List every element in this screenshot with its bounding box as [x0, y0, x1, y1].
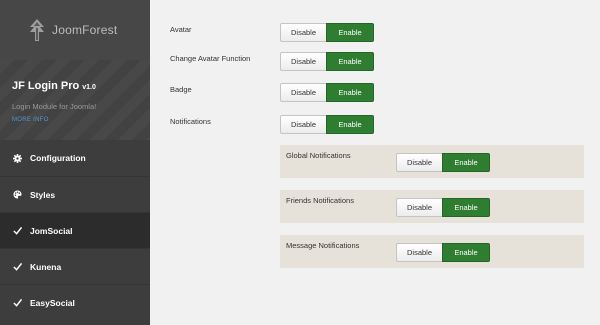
subsetting-global-notifications: Global Notifications Disable Enable [280, 145, 584, 178]
setting-row-avatar: Avatar Disable Enable [150, 23, 600, 47]
settings-panel: Avatar Disable Enable Change Avatar Func… [150, 0, 600, 325]
sidebar-item-jomsocial[interactable]: JomSocial [0, 212, 150, 248]
enable-button[interactable]: Enable [442, 198, 490, 217]
subsetting-message-notifications: Message Notifications Disable Enable [280, 235, 584, 268]
check-icon [13, 226, 22, 235]
setting-row-badge: Badge Disable Enable [150, 83, 600, 107]
disable-button[interactable]: Disable [396, 153, 442, 172]
more-info-link[interactable]: MORE INFO [12, 117, 150, 123]
sidebar-item-styles[interactable]: Styles [0, 176, 150, 212]
subsetting-label: Friends Notifications [286, 196, 354, 205]
sidebar-item-kunena[interactable]: Kunena [0, 248, 150, 284]
sidebar-item-label: Kunena [30, 261, 62, 272]
subsetting-label: Global Notifications [286, 151, 351, 160]
disable-button[interactable]: Disable [280, 115, 326, 134]
disable-button[interactable]: Disable [396, 243, 442, 262]
product-subtitle: Login Module for Joomla! [12, 102, 97, 111]
brand-name[interactable]: JoomForest [52, 23, 117, 37]
sidebar-item-configuration[interactable]: Configuration [0, 140, 150, 176]
setting-row-notifications: Notifications Disable Enable [150, 115, 600, 139]
notifications-toggle: Disable Enable [280, 115, 374, 134]
check-icon [13, 262, 22, 271]
gear-icon [13, 153, 22, 163]
product-info: JF Login Pro v1.0 Login Module for Joomla… [0, 60, 150, 140]
sidebar-item-label: JomSocial [30, 225, 73, 236]
sidebar: JoomForest JF Login Pro v1.0 Login Module… [0, 0, 150, 325]
setting-label: Notifications [170, 117, 211, 126]
enable-button[interactable]: Enable [326, 52, 374, 71]
setting-label: Change Avatar Function [170, 54, 251, 63]
setting-label: Avatar [170, 25, 192, 34]
enable-button[interactable]: Enable [326, 115, 374, 134]
check-icon [13, 298, 22, 307]
friends-notifications-toggle: Disable Enable [396, 198, 490, 217]
setting-label: Badge [170, 85, 192, 94]
sidebar-item-easysocial[interactable]: EasySocial [0, 284, 150, 320]
setting-row-change-avatar: Change Avatar Function Disable Enable [150, 52, 600, 76]
brand-header: JoomForest [0, 0, 150, 60]
avatar-toggle: Disable Enable [280, 23, 374, 42]
product-title-text: JF Login Pro [12, 80, 80, 92]
tree-icon [30, 19, 44, 41]
enable-button[interactable]: Enable [442, 243, 490, 262]
badge-toggle: Disable Enable [280, 83, 374, 102]
product-version: v1.0 [82, 84, 96, 91]
global-notifications-toggle: Disable Enable [396, 153, 490, 172]
disable-button[interactable]: Disable [280, 83, 326, 102]
product-title: JF Login Pro v1.0 [12, 80, 150, 92]
enable-button[interactable]: Enable [326, 23, 374, 42]
change-avatar-toggle: Disable Enable [280, 52, 374, 71]
sidebar-item-label: Styles [30, 189, 56, 200]
enable-button[interactable]: Enable [326, 83, 374, 102]
sidebar-item-label: Configuration [30, 153, 86, 163]
disable-button[interactable]: Disable [280, 52, 326, 71]
subsetting-friends-notifications: Friends Notifications Disable Enable [280, 190, 584, 223]
sidebar-item-label: EasySocial [30, 297, 75, 308]
palette-icon [13, 190, 22, 199]
disable-button[interactable]: Disable [396, 198, 442, 217]
subsetting-label: Message Notifications [286, 241, 360, 250]
enable-button[interactable]: Enable [442, 153, 490, 172]
message-notifications-toggle: Disable Enable [396, 243, 490, 262]
disable-button[interactable]: Disable [280, 23, 326, 42]
